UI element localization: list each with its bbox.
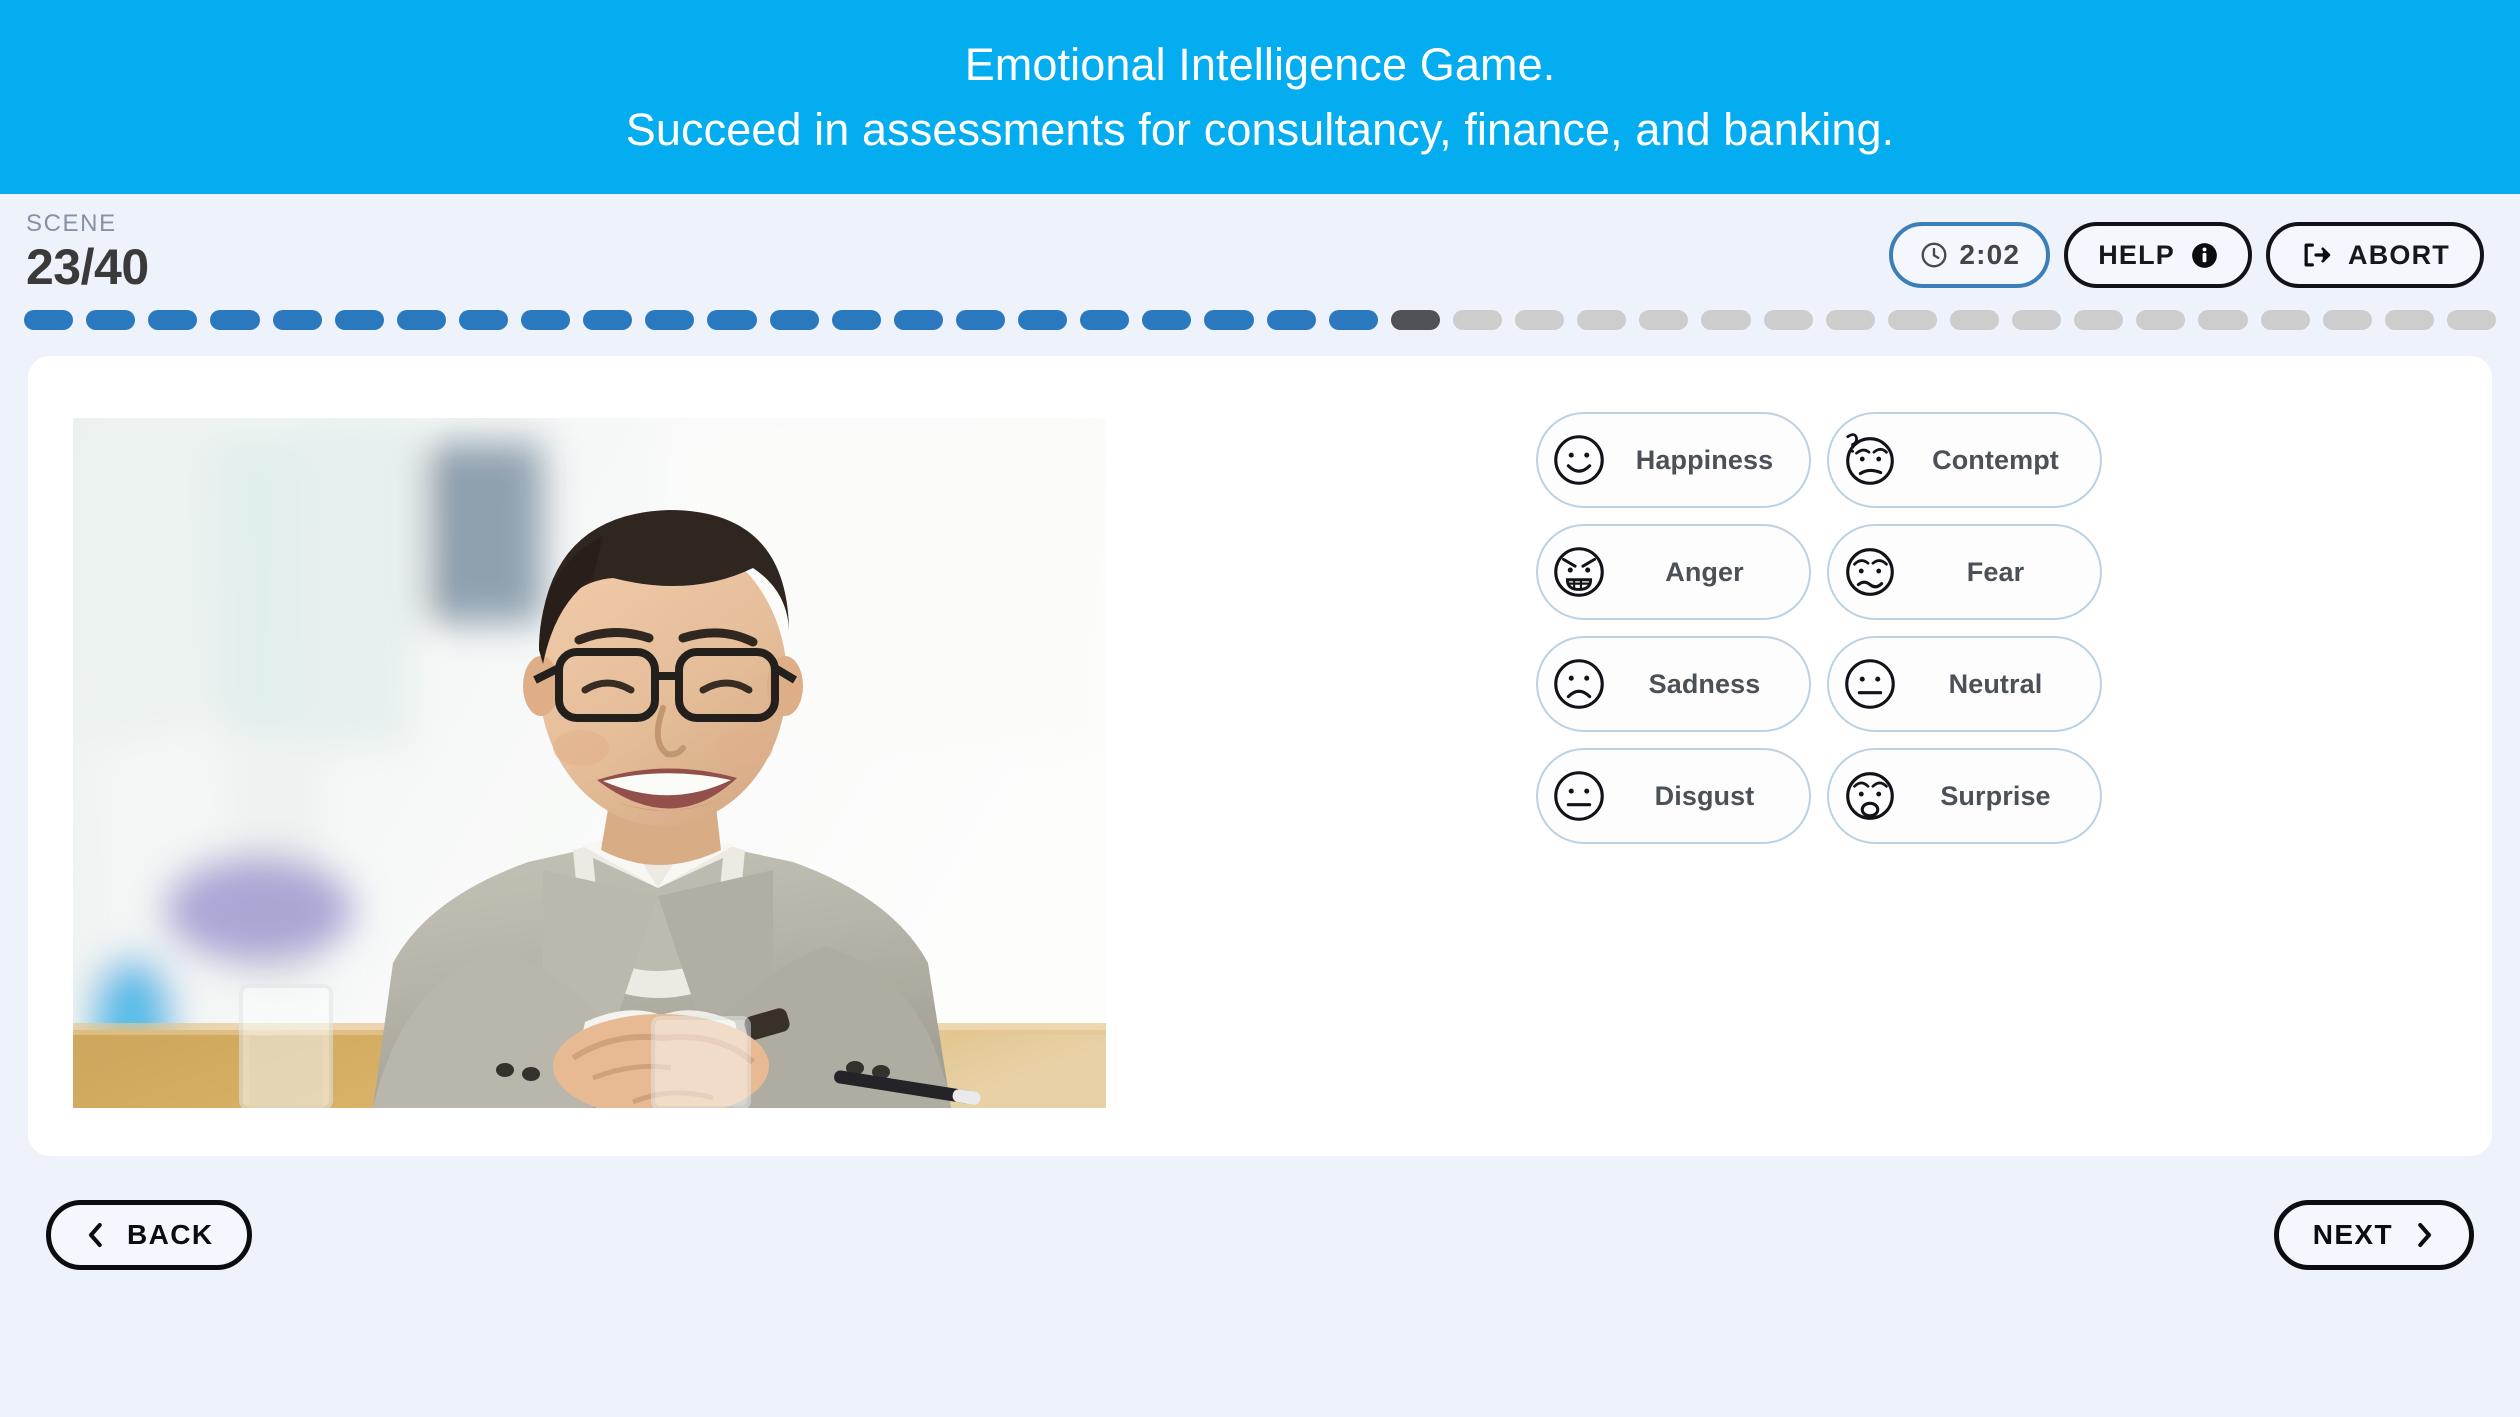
exit-icon xyxy=(2300,240,2332,270)
timer-value: 2:02 xyxy=(1959,239,2021,270)
next-button-label: NEXT xyxy=(2312,1219,2393,1250)
emotion-option-neutral[interactable]: Neutral xyxy=(1827,636,2102,732)
progress-dot-21 xyxy=(1266,310,1316,330)
face-disgust-icon xyxy=(1548,765,1610,827)
emotion-option-surprise[interactable]: Surprise xyxy=(1827,748,2102,844)
face-happy-icon xyxy=(1548,429,1610,491)
progress-dot-29 xyxy=(1763,310,1813,330)
progress-dot-36 xyxy=(2198,310,2248,330)
progress-dot-24 xyxy=(1452,310,1502,330)
emotion-option-anger[interactable]: Anger xyxy=(1536,524,1811,620)
abort-button-label: ABORT xyxy=(2348,239,2450,270)
next-button[interactable]: NEXT xyxy=(2273,1200,2474,1270)
progress-dot-18 xyxy=(1080,310,1130,330)
emotion-label: Sadness xyxy=(1648,668,1761,699)
progress-dot-23 xyxy=(1390,310,1440,330)
progress-dot-40 xyxy=(2446,310,2496,330)
scene-card: Happiness Contempt Anger Fear Sadness Ne… xyxy=(28,356,2492,1156)
progress-dot-2 xyxy=(86,310,136,330)
clock-icon xyxy=(1919,240,1949,270)
info-icon xyxy=(2191,242,2218,269)
emotion-label: Neutral xyxy=(1948,668,2043,699)
chevron-right-icon xyxy=(2413,1220,2435,1250)
progress-track xyxy=(0,300,2520,340)
banner-title-line-2: Succeed in assessments for consultancy, … xyxy=(625,104,1895,155)
emotion-label: Surprise xyxy=(1940,780,2051,811)
emotion-option-contempt[interactable]: Contempt xyxy=(1827,412,2102,508)
emotion-option-disgust[interactable]: Disgust xyxy=(1536,748,1811,844)
chevron-left-icon xyxy=(85,1220,107,1250)
emotion-label: Anger xyxy=(1665,556,1744,587)
help-button-label: HELP xyxy=(2098,239,2175,270)
progress-dot-35 xyxy=(2136,310,2186,330)
progress-dot-32 xyxy=(1949,310,1999,330)
scene-counter: SCENE 23/40 xyxy=(26,210,149,295)
progress-dot-10 xyxy=(583,310,633,330)
back-button-label: BACK xyxy=(127,1219,214,1250)
face-neutral-icon xyxy=(1839,653,1901,715)
face-contempt-icon xyxy=(1839,429,1901,491)
face-surprise-icon xyxy=(1839,765,1901,827)
scene-label: SCENE xyxy=(26,210,117,237)
emotion-options-grid: Happiness Contempt Anger Fear Sadness Ne… xyxy=(1536,404,2102,852)
progress-dot-3 xyxy=(148,310,198,330)
top-bar: SCENE 23/40 2:02 HELP ABORT xyxy=(0,194,2520,304)
progress-dot-13 xyxy=(769,310,819,330)
scene-photo xyxy=(73,418,1106,1108)
progress-dot-26 xyxy=(1577,310,1627,330)
emotion-label: Disgust xyxy=(1654,780,1755,811)
abort-button[interactable]: ABORT xyxy=(2266,222,2484,288)
progress-dot-20 xyxy=(1204,310,1254,330)
progress-dot-1 xyxy=(24,310,74,330)
emotion-label: Happiness xyxy=(1635,444,1774,475)
face-sad-icon xyxy=(1548,653,1610,715)
emotion-option-fear[interactable]: Fear xyxy=(1827,524,2102,620)
scene-value: 23/40 xyxy=(26,239,149,295)
face-fear-icon xyxy=(1839,541,1901,603)
progress-dot-38 xyxy=(2322,310,2372,330)
progress-dot-31 xyxy=(1887,310,1937,330)
progress-dot-22 xyxy=(1328,310,1378,330)
progress-dot-39 xyxy=(2384,310,2434,330)
progress-dot-17 xyxy=(1018,310,1068,330)
emotion-option-happiness[interactable]: Happiness xyxy=(1536,412,1811,508)
progress-dot-34 xyxy=(2074,310,2124,330)
footer-navigation: BACK NEXT xyxy=(28,1200,2492,1270)
progress-dot-37 xyxy=(2260,310,2310,330)
top-actions-group: 2:02 HELP ABORT xyxy=(1889,222,2484,288)
timer-display: 2:02 xyxy=(1889,222,2051,288)
banner-title-line-1: Emotional Intelligence Game. xyxy=(964,38,1556,90)
scene-photo-image xyxy=(73,418,1106,1108)
progress-dot-15 xyxy=(893,310,943,330)
emotion-label: Fear xyxy=(1966,556,2025,587)
progress-dot-19 xyxy=(1142,310,1192,330)
progress-dot-4 xyxy=(210,310,260,330)
progress-dot-11 xyxy=(645,310,695,330)
back-button[interactable]: BACK xyxy=(46,1200,253,1270)
emotion-option-sadness[interactable]: Sadness xyxy=(1536,636,1811,732)
emotion-label: Contempt xyxy=(1932,444,2059,475)
progress-dot-9 xyxy=(521,310,571,330)
progress-dot-27 xyxy=(1639,310,1689,330)
progress-dot-7 xyxy=(396,310,446,330)
progress-dot-16 xyxy=(955,310,1005,330)
progress-dot-28 xyxy=(1701,310,1751,330)
app-banner: Emotional Intelligence Game. Succeed in … xyxy=(0,0,2520,194)
progress-dot-12 xyxy=(707,310,757,330)
progress-dot-30 xyxy=(1825,310,1875,330)
progress-dot-33 xyxy=(2012,310,2062,330)
progress-dot-8 xyxy=(458,310,508,330)
help-button[interactable]: HELP xyxy=(2064,222,2252,288)
progress-dot-25 xyxy=(1515,310,1565,330)
progress-dot-5 xyxy=(272,310,322,330)
face-anger-icon xyxy=(1548,541,1610,603)
progress-dot-14 xyxy=(831,310,881,330)
progress-dot-6 xyxy=(334,310,384,330)
